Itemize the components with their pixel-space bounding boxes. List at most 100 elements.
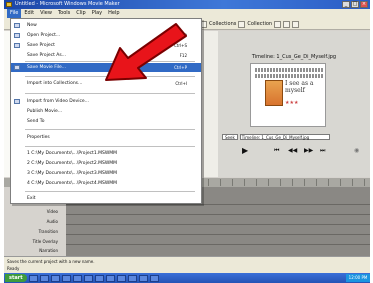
- system-tray-clock[interactable]: 12:00 PM: [346, 274, 370, 282]
- menu-item-properties[interactable]: Properties: [11, 133, 201, 142]
- menu-item-exit[interactable]: Exit: [11, 194, 201, 203]
- track-label-video: Video: [46, 209, 58, 214]
- menu-item-recent-4[interactable]: 4 C:\My Documents\...\Project4.MSWMM: [11, 179, 201, 188]
- menu-item-label: 3 C:\My Documents\...\Project3.MSWMM: [27, 171, 118, 176]
- open-icon: [14, 33, 20, 38]
- menu-item-label: Send To: [27, 119, 45, 124]
- menu-item-label: Import into Collections...: [27, 81, 83, 86]
- menu-separator: [25, 146, 195, 147]
- menu-help[interactable]: Help: [105, 9, 122, 18]
- track-label-audio: Audio: [46, 219, 58, 224]
- fullscreen-icon[interactable]: ◉: [354, 145, 359, 157]
- menu-play[interactable]: Play: [89, 9, 105, 18]
- preview-text-line: [255, 68, 323, 72]
- taskbar-item[interactable]: [149, 274, 159, 282]
- taskbar-item[interactable]: [39, 274, 49, 282]
- menu-item-publish-movie[interactable]: Publish Movie...: [11, 107, 201, 116]
- menu-item-label: 1 C:\My Documents\...\Project1.MSWMM: [27, 151, 118, 156]
- taskbar-item[interactable]: [138, 274, 148, 282]
- menu-separator: [25, 129, 195, 130]
- menu-item-label: Publish Movie...: [27, 109, 63, 114]
- track-label-title-overlay: Title Overlay: [32, 239, 58, 244]
- taskbar-item[interactable]: [61, 274, 71, 282]
- up-folder-icon[interactable]: [274, 20, 282, 28]
- preview-title: Timeline: 1_Cus_Ge_Di_Myself.jpg: [251, 54, 337, 60]
- menu-separator: [25, 93, 195, 94]
- seek-label: Seek: [222, 134, 238, 140]
- menu-clip[interactable]: Clip: [73, 9, 88, 18]
- seek-bar[interactable]: Timeline: 1_Cus_Ge_Di_Myself.jpg: [239, 134, 330, 140]
- taskbar-item[interactable]: [94, 274, 104, 282]
- seek-row: Seek Timeline: 1_Cus_Ge_Di_Myself.jpg: [218, 133, 370, 141]
- play-icon[interactable]: ▶: [242, 145, 248, 157]
- window-controls: _ □ ×: [342, 1, 368, 8]
- menu-item-label: Open Project...: [27, 33, 61, 38]
- menu-item-label: 2 C:\My Documents\...\Project2.MSWMM: [27, 161, 118, 166]
- camera-icon: [14, 99, 20, 104]
- menu-item-import-video-device[interactable]: Import from Video Device...: [11, 97, 201, 106]
- status-ready: Ready: [7, 266, 20, 271]
- collections-group: Collections Collection: [200, 20, 300, 28]
- status-bar: Saves the current project with a new nam…: [4, 256, 370, 265]
- title-overlay-track[interactable]: [66, 227, 370, 235]
- status-text: Saves the current project with a new nam…: [7, 259, 95, 264]
- track-label-transition: Transition: [38, 229, 58, 234]
- menu-item-send-to[interactable]: Send To: [11, 117, 201, 126]
- new-icon: [14, 23, 20, 28]
- taskbar-item[interactable]: [72, 274, 82, 282]
- taskbar: start 12:00 PM: [4, 273, 370, 283]
- app-icon: [6, 2, 12, 7]
- tasks-icon[interactable]: [238, 20, 246, 28]
- menu-edit[interactable]: Edit: [21, 9, 37, 18]
- rewind-icon[interactable]: ◀◀: [288, 145, 297, 157]
- collections-label[interactable]: Collections: [209, 21, 236, 27]
- menu-item-label: Save Project: [27, 43, 55, 48]
- menu-file[interactable]: File: [7, 9, 22, 18]
- status-bar-secondary: Ready: [4, 265, 370, 273]
- menu-bar: File Edit View Tools Clip Play Help: [4, 9, 370, 18]
- menu-view[interactable]: View: [37, 9, 55, 18]
- menu-item-recent-3[interactable]: 3 C:\My Documents\...\Project3.MSWMM: [11, 169, 201, 178]
- menu-item-recent-2[interactable]: 2 C:\My Documents\...\Project2.MSWMM: [11, 159, 201, 168]
- collections-pane: [204, 31, 218, 177]
- taskbar-item[interactable]: [116, 274, 126, 282]
- taskbar-item[interactable]: [83, 274, 93, 282]
- menu-tools[interactable]: Tools: [55, 9, 73, 18]
- menu-item-label: 4 C:\My Documents\...\Project4.MSWMM: [27, 181, 118, 186]
- menu-item-label: Import from Video Device...: [27, 99, 89, 104]
- new-folder-icon[interactable]: [283, 20, 291, 28]
- taskbar-item[interactable]: [127, 274, 137, 282]
- menu-item-label: New: [27, 23, 37, 28]
- taskbar-item[interactable]: [50, 274, 60, 282]
- playback-controls: ▶ ⏮ ◀◀ ▶▶ ⏭ ◉: [218, 145, 370, 157]
- views-icon[interactable]: [292, 20, 300, 28]
- minimize-button[interactable]: _: [342, 1, 350, 8]
- title-bar: Untitled - Microsoft Windows Movie Maker…: [4, 0, 370, 9]
- menu-item-label: Exit: [27, 196, 36, 201]
- menu-item-recent-1[interactable]: 1 C:\My Documents\...\Project1.MSWMM: [11, 149, 201, 158]
- preview-monitor: Timeline: 1_Cus_Ge_Di_Myself.jpg I see a…: [218, 31, 370, 177]
- taskbar-item[interactable]: [28, 274, 38, 282]
- taskbar-item[interactable]: [105, 274, 115, 282]
- preview-image: I see as a myself ★★★: [250, 63, 326, 127]
- preview-image-heading: I see as a myself: [285, 80, 314, 94]
- movie-maker-window: Untitled - Microsoft Windows Movie Maker…: [4, 0, 370, 283]
- save-icon: [14, 43, 20, 48]
- transition-track[interactable]: [66, 217, 370, 225]
- menu-separator: [25, 191, 195, 192]
- movie-icon: [14, 65, 20, 70]
- preview-stars: ★★★: [285, 100, 299, 106]
- track-label-narration: Narration: [39, 248, 58, 253]
- start-button[interactable]: start: [5, 274, 27, 282]
- audio-track[interactable]: [66, 207, 370, 215]
- narration-track[interactable]: [66, 237, 370, 245]
- next-icon[interactable]: ⏭: [320, 145, 325, 157]
- prev-icon[interactable]: ⏮: [274, 145, 279, 157]
- menu-item-label: Save Project As...: [27, 53, 67, 58]
- collection-select[interactable]: Collection: [247, 21, 272, 27]
- close-button[interactable]: ×: [360, 1, 368, 8]
- maximize-button[interactable]: □: [351, 1, 359, 8]
- menu-item-label: Properties: [27, 135, 50, 140]
- forward-icon[interactable]: ▶▶: [304, 145, 313, 157]
- book-cover-image: [265, 80, 283, 106]
